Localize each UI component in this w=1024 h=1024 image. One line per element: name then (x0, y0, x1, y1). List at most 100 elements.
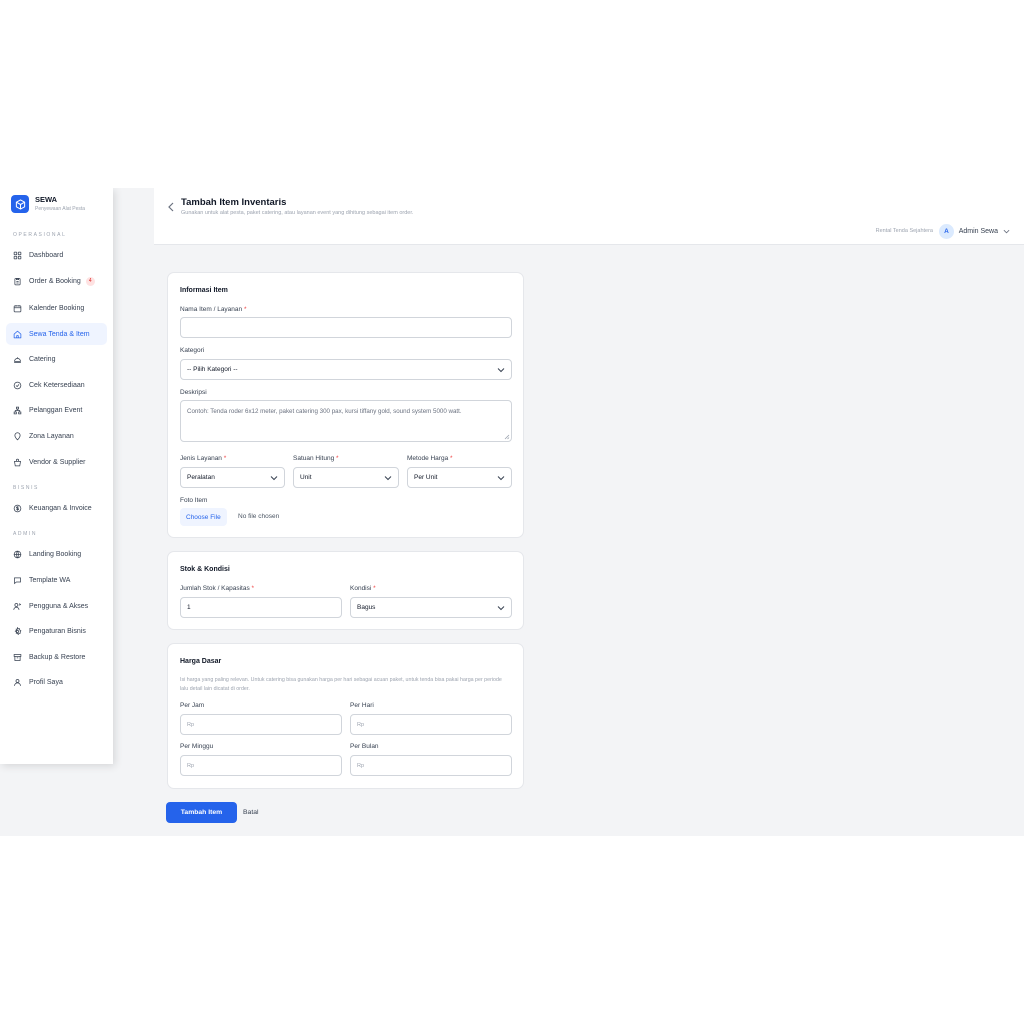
price-per-week-input[interactable]: Rp (180, 755, 342, 776)
base-price-card: Harga Dasar Isi harga yang paling releva… (167, 643, 524, 789)
field-label-satuan-hitung: Satuan Hitung * (293, 455, 339, 462)
field-label-per-minggu: Per Minggu (180, 743, 214, 750)
tenant-name: Rental Tenda Sejahtera (875, 228, 933, 234)
bag-icon (14, 458, 21, 466)
section-label-bisnis: BISNIS (13, 485, 39, 491)
price-method-select[interactable]: Per Unit (407, 467, 512, 488)
field-label-kategori: Kategori (180, 347, 205, 354)
sidebar-item-dashboard[interactable]: Dashboard (6, 244, 107, 266)
brand[interactable]: SEWA Penyewaan Alat Pesta (11, 195, 85, 213)
section-label-operasional: OPERASIONAL (13, 232, 67, 238)
price-per-hour-input[interactable]: Rp (180, 714, 342, 735)
chevron-down-icon (497, 368, 505, 373)
sidebar-item-label: Dashboard (29, 251, 64, 259)
avatar[interactable]: A (939, 224, 954, 239)
cloche-icon (14, 356, 21, 363)
chevron-down-icon (497, 476, 505, 481)
user-key-icon (13, 602, 22, 610)
sidebar-item-label: Backup & Restore (29, 653, 86, 661)
brand-name: SEWA (35, 195, 58, 204)
stock-condition-card: Stok & Kondisi Jumlah Stok / Kapasitas *… (167, 551, 524, 630)
field-label-metode-harga: Metode Harga * (407, 455, 453, 462)
sidebar-item-landing-booking[interactable]: Landing Booking (6, 543, 107, 565)
price-method-value: Per Unit (414, 474, 438, 481)
sidebar-item-vendor-supplier[interactable]: Vendor & Supplier (6, 451, 107, 473)
sidebar: SEWA Penyewaan Alat Pesta OPERASIONAL Da… (0, 188, 113, 764)
card-title: Harga Dasar (180, 658, 222, 665)
sidebar-item-label: Cek Ketersediaan (29, 381, 85, 389)
sidebar-item-label: Template WA (29, 576, 71, 584)
condition-value: Bagus (357, 604, 376, 611)
chevron-down-icon[interactable] (1003, 228, 1010, 235)
no-file-text: No file chosen (238, 513, 280, 520)
sidebar-item-profil-saya[interactable]: Profil Saya (6, 671, 107, 693)
sidebar-item-pengguna-akses[interactable]: Pengguna & Akses (6, 595, 107, 617)
field-label-per-hari: Per Hari (350, 702, 374, 709)
sidebar-item-catering[interactable]: Catering (6, 348, 107, 370)
app-frame: SEWA Penyewaan Alat Pesta OPERASIONAL Da… (0, 188, 1024, 836)
map-pin-icon (14, 431, 21, 440)
field-label-per-bulan: Per Bulan (350, 743, 379, 750)
price-per-day-input[interactable]: Rp (350, 714, 512, 735)
price-per-month-input[interactable]: Rp (350, 755, 512, 776)
resize-handle-icon[interactable] (504, 434, 510, 440)
tent-icon (13, 330, 22, 338)
sidebar-item-template-wa[interactable]: Template WA (6, 569, 107, 591)
description-placeholder: Contoh: Tenda roder 6x12 meter, paket ca… (187, 408, 462, 415)
brand-tagline: Penyewaan Alat Pesta (35, 206, 86, 212)
grid-icon (13, 251, 22, 259)
page-title: Tambah Item Inventaris (181, 197, 287, 208)
sidebar-item-backup-restore[interactable]: Backup & Restore (6, 646, 107, 668)
sidebar-item-sewa-tenda-item[interactable]: Sewa Tenda & Item (6, 323, 107, 345)
section-label-admin: ADMIN (13, 531, 38, 537)
sidebar-item-label: Pengaturan Bisnis (29, 627, 86, 635)
unit-select[interactable]: Unit (293, 467, 399, 488)
condition-select[interactable]: Bagus (350, 597, 512, 618)
service-type-select[interactable]: Peralatan (180, 467, 285, 488)
stock-quantity-input[interactable]: 1 (180, 597, 342, 618)
service-type-value: Peralatan (187, 474, 215, 481)
cancel-button[interactable]: Batal (243, 809, 259, 816)
sidebar-item-cek-ketersediaan[interactable]: Cek Ketersediaan (6, 374, 107, 396)
category-select[interactable]: -- Pilih Kategori -- (180, 359, 512, 380)
field-label-deskripsi: Deskripsi (180, 389, 207, 396)
description-textarea[interactable]: Contoh: Tenda roder 6x12 meter, paket ca… (180, 400, 512, 442)
top-header: Tambah Item Inventaris Gunakan untuk ala… (154, 188, 1024, 245)
calendar-icon (13, 304, 22, 312)
archive-icon (13, 653, 22, 661)
sidebar-item-label: Pelanggan Event (29, 406, 83, 414)
back-chevron-icon[interactable] (166, 201, 176, 213)
sidebar-item-order-booking[interactable]: Order & Booking 4 (6, 270, 107, 292)
sidebar-item-label: Order & Booking (29, 277, 81, 285)
gear-icon (14, 626, 22, 635)
info-item-card: Informasi Item Nama Item / Layanan * Kat… (167, 272, 524, 538)
box-logo-icon (11, 195, 29, 213)
clipboard-icon (14, 277, 21, 285)
item-name-input[interactable] (180, 317, 512, 338)
unit-value: Unit (300, 474, 312, 481)
category-selected-value: -- Pilih Kategori -- (187, 366, 238, 373)
choose-file-button[interactable]: Choose File (180, 508, 227, 526)
sidebar-item-label: Profil Saya (29, 678, 63, 686)
check-circle-icon (13, 381, 22, 389)
sidebar-item-label: Kalender Booking (29, 304, 85, 312)
org-chart-icon (13, 406, 22, 414)
sidebar-item-pelanggan-event[interactable]: Pelanggan Event (6, 399, 107, 421)
sidebar-item-kalender-booking[interactable]: Kalender Booking (6, 297, 107, 319)
sidebar-item-pengaturan-bisnis[interactable]: Pengaturan Bisnis (6, 620, 107, 642)
field-label-foto: Foto Item (180, 497, 208, 504)
sidebar-item-label: Keuangan & Invoice (29, 504, 92, 512)
sidebar-item-keuangan-invoice[interactable]: Keuangan & Invoice (6, 497, 107, 519)
add-item-button[interactable]: Tambah Item (166, 802, 237, 823)
field-label-kondisi: Kondisi * (350, 585, 376, 592)
price-hint-text: Isi harga yang paling relevan. Untuk cat… (180, 677, 502, 692)
sidebar-item-label: Pengguna & Akses (29, 602, 89, 610)
field-label-jumlah-stok: Jumlah Stok / Kapasitas * (180, 585, 255, 592)
sidebar-item-label: Sewa Tenda & Item (29, 330, 90, 338)
chevron-down-icon (497, 606, 505, 611)
sidebar-item-zona-layanan[interactable]: Zona Layanan (6, 425, 107, 447)
user-menu-name[interactable]: Admin Sewa (959, 228, 998, 235)
chat-icon (14, 577, 21, 584)
sidebar-item-label: Zona Layanan (29, 432, 74, 440)
globe-icon (13, 550, 22, 558)
